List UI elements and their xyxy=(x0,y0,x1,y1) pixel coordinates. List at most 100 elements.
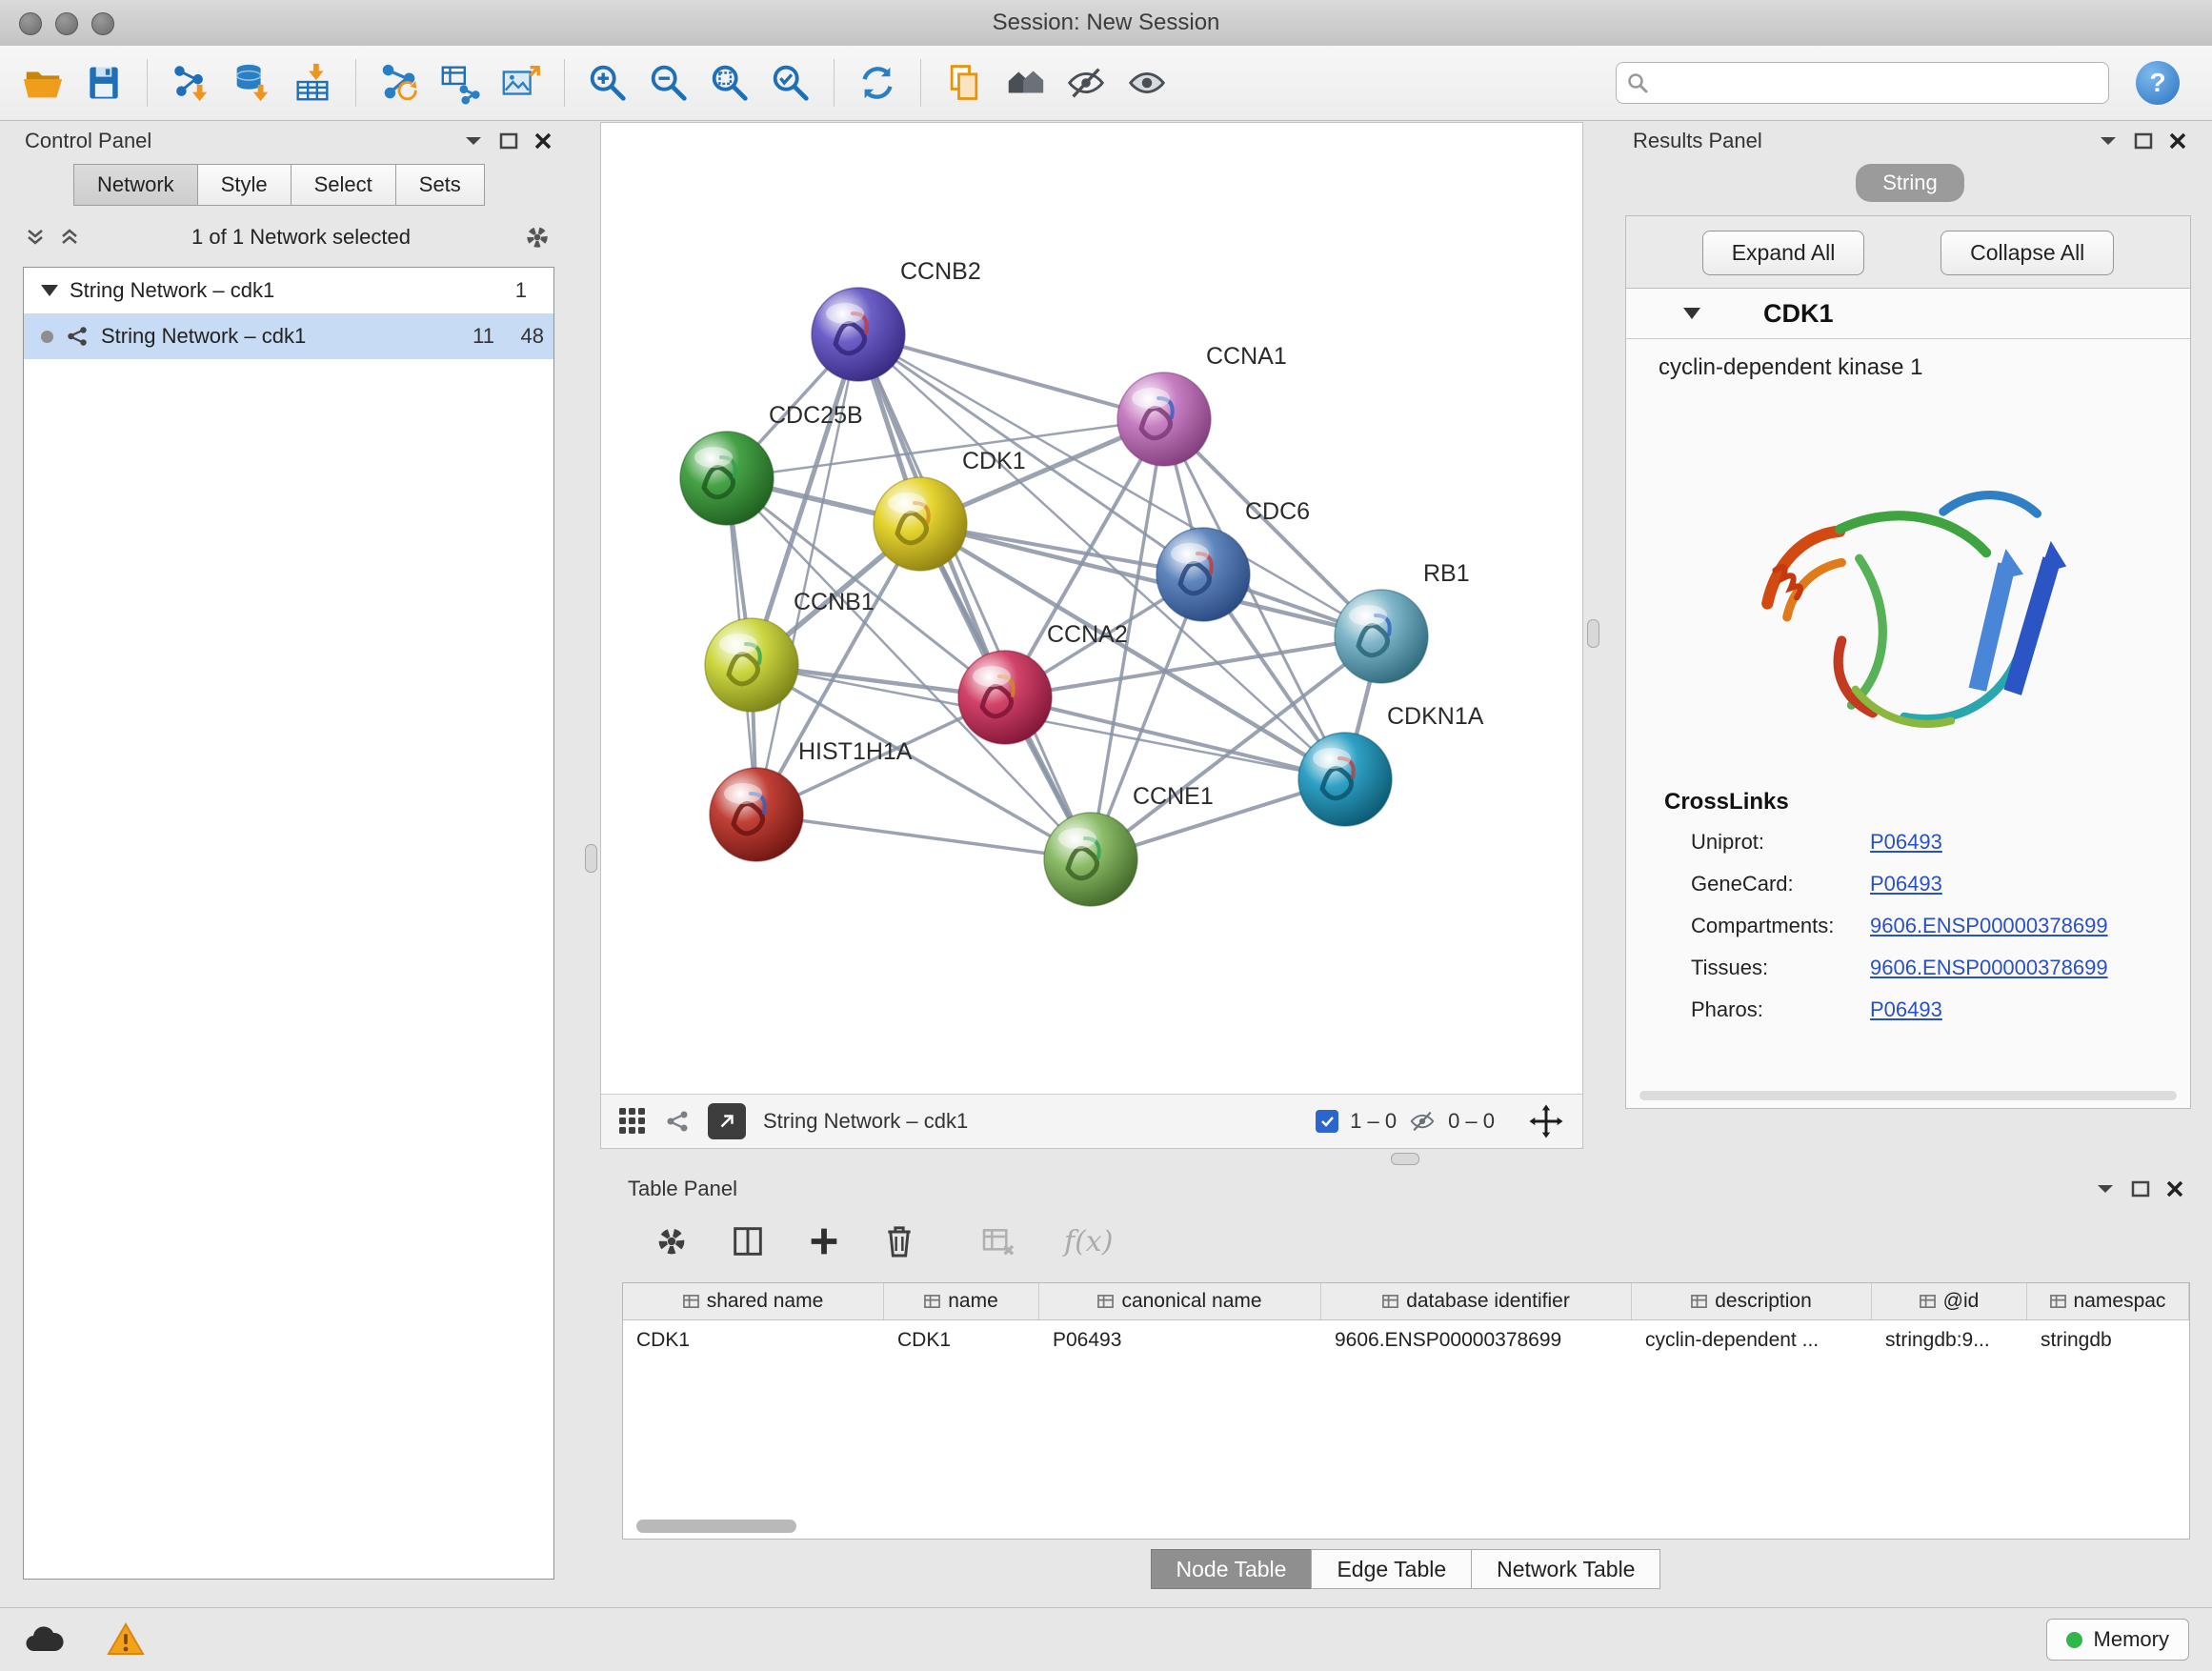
edge-HIST1H1A-CCNE1[interactable] xyxy=(756,815,1091,859)
table-toolbar: f(x) xyxy=(653,1212,1113,1271)
gear-icon[interactable] xyxy=(522,222,553,252)
uniprot-link[interactable]: P06493 xyxy=(1870,830,1942,855)
collapse-all-button[interactable]: Collapse All xyxy=(1941,231,2114,275)
float-panel-icon[interactable] xyxy=(499,132,518,150)
column-header-name[interactable]: name xyxy=(884,1283,1039,1319)
collapse-all-icon[interactable] xyxy=(25,227,46,248)
close-panel-icon[interactable] xyxy=(533,131,553,151)
panel-menu-icon[interactable] xyxy=(2098,134,2119,148)
splitter-handle[interactable] xyxy=(1391,1153,1419,1165)
tab-node-table[interactable]: Node Table xyxy=(1151,1549,1313,1589)
delete-trash-icon[interactable] xyxy=(881,1222,917,1260)
close-panel-icon[interactable] xyxy=(2165,1179,2184,1198)
graph-mode-icon[interactable] xyxy=(664,1108,691,1135)
disclosure-triangle-icon[interactable] xyxy=(41,285,58,296)
network-node-HIST1H1A[interactable] xyxy=(710,768,803,861)
detach-view-button[interactable] xyxy=(708,1103,746,1139)
genecard-link[interactable]: P06493 xyxy=(1870,872,1942,896)
disclosure-triangle-icon[interactable] xyxy=(1683,308,1700,319)
network-node-CDC25B[interactable] xyxy=(680,432,774,525)
expand-all-button[interactable]: Expand All xyxy=(1702,231,1865,275)
splitter-handle[interactable] xyxy=(585,844,597,873)
zoom-in-button[interactable] xyxy=(580,55,635,111)
splitter-handle[interactable] xyxy=(1587,619,1599,648)
table-panel-title: Table Panel xyxy=(628,1177,737,1201)
edge-CDK1-RB1[interactable] xyxy=(920,524,1381,636)
edge-CCNA2-CDKN1A[interactable] xyxy=(1005,697,1345,779)
close-panel-icon[interactable] xyxy=(2168,131,2187,151)
save-session-button[interactable] xyxy=(76,55,131,111)
float-panel-icon[interactable] xyxy=(2131,1180,2150,1198)
column-header-namespace[interactable]: namespac xyxy=(2027,1283,2189,1319)
float-panel-icon[interactable] xyxy=(2134,132,2153,150)
node-count: 11 xyxy=(445,324,494,349)
network-canvas[interactable]: CCNB2CCNA1CDC25BCDK1CDC6RB1CCNB1CCNA2CDK… xyxy=(601,123,1582,1095)
network-node-CCNA1[interactable] xyxy=(1117,372,1211,466)
select-columns-icon[interactable] xyxy=(729,1222,767,1260)
tab-edge-table[interactable]: Edge Table xyxy=(1311,1549,1472,1589)
import-table-icon xyxy=(291,61,334,105)
import-network-file-button[interactable] xyxy=(163,55,218,111)
cloud-status-icon[interactable] xyxy=(23,1624,65,1655)
open-session-button[interactable] xyxy=(15,55,70,111)
add-row-icon[interactable] xyxy=(805,1222,843,1260)
tab-select[interactable]: Select xyxy=(291,164,396,206)
help-glyph: ? xyxy=(2149,68,2165,98)
export-image-button[interactable] xyxy=(493,55,549,111)
edge-CCNB2-CCNE1[interactable] xyxy=(858,334,1091,859)
network-node-CDK1[interactable] xyxy=(874,477,967,571)
help-button[interactable]: ? xyxy=(2136,61,2180,105)
network-node-CCNB2[interactable] xyxy=(812,288,905,381)
expand-all-icon[interactable] xyxy=(59,227,80,248)
string-tab-badge[interactable]: String xyxy=(1856,164,1963,202)
tab-network-table[interactable]: Network Table xyxy=(1471,1549,1660,1589)
horizontal-scrollbar[interactable] xyxy=(1639,1091,2177,1100)
panel-menu-icon[interactable] xyxy=(2095,1182,2116,1196)
tab-sets[interactable]: Sets xyxy=(395,164,485,206)
table-row[interactable]: CDK1 CDK1 P06493 9606.ENSP00000378699 cy… xyxy=(623,1320,2189,1360)
network-row[interactable]: String Network – cdk1 11 48 xyxy=(24,313,553,359)
tab-style[interactable]: Style xyxy=(197,164,292,206)
pharos-link[interactable]: P06493 xyxy=(1870,997,1942,1022)
crosslink-row: Tissues: 9606.ENSP00000378699 xyxy=(1626,947,2190,989)
network-node-RB1[interactable] xyxy=(1335,590,1428,683)
zoom-selected-button[interactable] xyxy=(763,55,818,111)
search-input[interactable] xyxy=(1657,70,2099,96)
zoom-out-button[interactable] xyxy=(641,55,696,111)
network-node-CCNB1[interactable] xyxy=(705,618,798,712)
crosslink-label: Uniprot: xyxy=(1691,830,1870,855)
table-settings-gear-icon[interactable] xyxy=(653,1222,691,1260)
column-header-id[interactable]: @id xyxy=(1872,1283,2027,1319)
network-from-table-button[interactable] xyxy=(432,55,488,111)
network-selection-summary: 1 of 1 Network selected xyxy=(93,225,509,250)
column-header-database-identifier[interactable]: database identifier xyxy=(1321,1283,1632,1319)
column-header-canonical-name[interactable]: canonical name xyxy=(1039,1283,1321,1319)
network-node-CCNA2[interactable] xyxy=(958,651,1052,744)
selected-indicator-checkbox[interactable] xyxy=(1316,1110,1338,1133)
memory-button[interactable]: Memory xyxy=(2046,1619,2189,1661)
show-all-button[interactable] xyxy=(1119,55,1175,111)
column-header-shared-name[interactable]: shared name xyxy=(623,1283,884,1319)
gene-card-header[interactable]: CDK1 xyxy=(1626,289,2190,339)
compartments-link[interactable]: 9606.ENSP00000378699 xyxy=(1870,914,2108,938)
tab-network[interactable]: Network xyxy=(73,164,198,206)
birds-eye-view-icon[interactable] xyxy=(618,1107,647,1136)
network-tools-button[interactable] xyxy=(372,55,427,111)
zoom-fit-button[interactable] xyxy=(702,55,757,111)
refresh-button[interactable] xyxy=(850,55,905,111)
warning-icon[interactable] xyxy=(107,1622,145,1657)
copy-document-button[interactable] xyxy=(936,55,992,111)
fit-content-crosshair-icon[interactable] xyxy=(1527,1102,1565,1140)
network-node-CCNE1[interactable] xyxy=(1044,813,1137,906)
home-button[interactable] xyxy=(997,55,1053,111)
tissues-link[interactable]: 9606.ENSP00000378699 xyxy=(1870,956,2108,980)
import-table-button[interactable] xyxy=(285,55,340,111)
import-network-database-button[interactable] xyxy=(224,55,279,111)
network-node-CDC6[interactable] xyxy=(1156,528,1250,621)
column-header-description[interactable]: description xyxy=(1632,1283,1872,1319)
panel-menu-icon[interactable] xyxy=(463,134,484,148)
network-collection-row[interactable]: String Network – cdk1 1 xyxy=(24,268,553,313)
hide-selected-button[interactable] xyxy=(1058,55,1114,111)
horizontal-scrollbar-thumb[interactable] xyxy=(636,1520,796,1533)
network-node-CDKN1A[interactable] xyxy=(1298,733,1392,826)
